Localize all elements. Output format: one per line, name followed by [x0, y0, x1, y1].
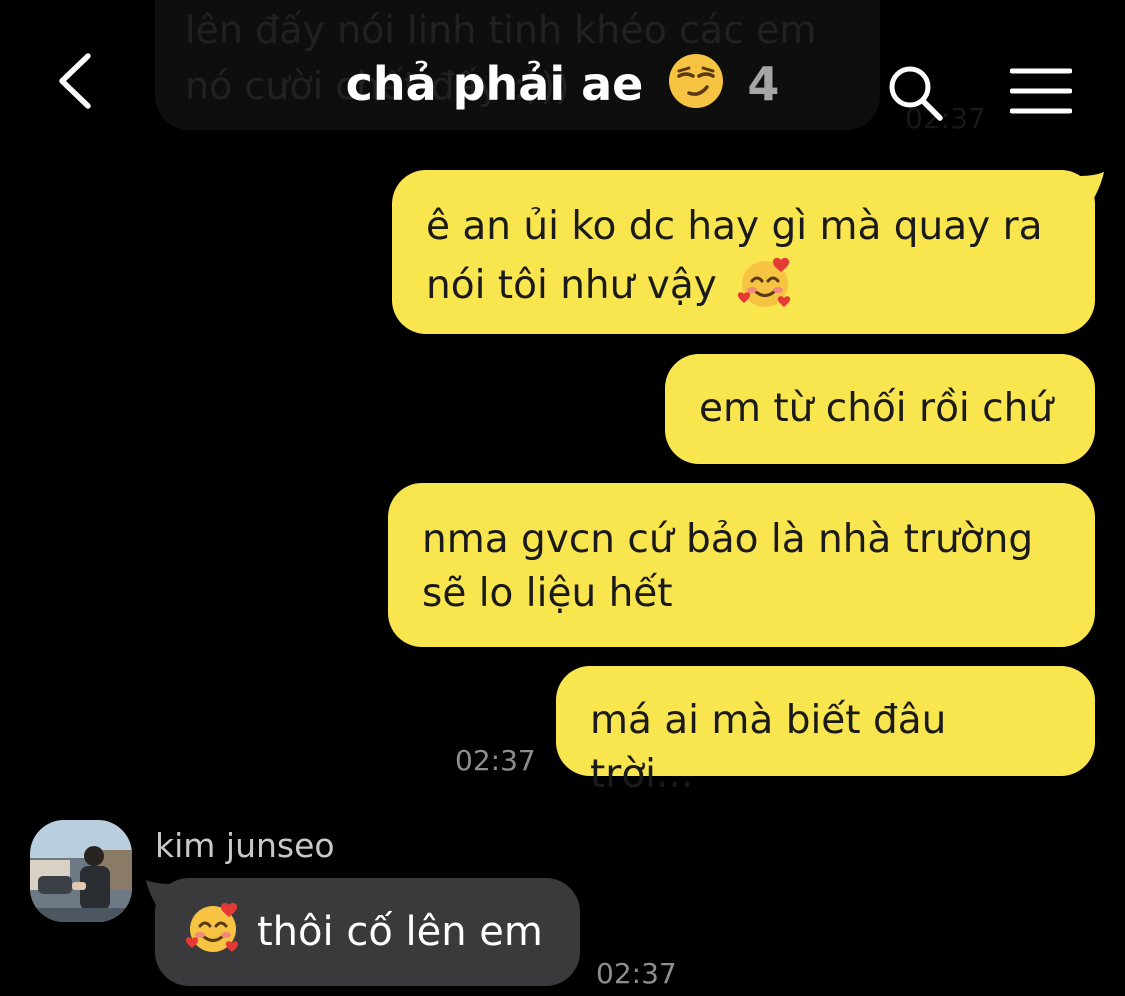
bubble-tail — [1080, 172, 1104, 208]
avatar[interactable] — [30, 820, 132, 922]
search-icon — [889, 66, 943, 121]
chat-header: chả phải ae 4 — [0, 0, 1125, 150]
incoming-message-time: 02:37 — [596, 957, 677, 990]
outgoing-message-4[interactable]: má ai mà biết đâu trời... — [556, 666, 1095, 797]
outgoing-message-3-text: nma gvcn cứ bảo là nhà trường sẽ lo liệu… — [422, 517, 1034, 616]
incoming-message-text: thôi cố lên em — [257, 909, 543, 955]
outgoing-message-time: 02:37 — [455, 744, 536, 777]
outgoing-message-3[interactable]: nma gvcn cứ bảo là nhà trường sẽ lo liệu… — [388, 483, 1095, 647]
smiling-face-with-hearts-icon — [737, 254, 793, 325]
outgoing-message-2-text: em từ chối rồi chứ — [699, 386, 1054, 431]
outgoing-message-4-text: má ai mà biết đâu trời... — [590, 698, 947, 797]
member-count: 4 — [747, 57, 780, 111]
chat-title-text: chả phải ae — [345, 57, 644, 111]
sender-name: kim junseo — [155, 826, 335, 865]
search-button[interactable] — [886, 62, 946, 124]
smiling-face-with-hearts-icon — [185, 899, 241, 965]
outgoing-message-2[interactable]: em từ chối rồi chứ — [665, 354, 1095, 464]
smirking-face-icon — [667, 52, 725, 124]
chat-view: lên đấy nói linh tinh khéo các em nó cườ… — [0, 0, 1125, 996]
menu-button[interactable] — [1009, 68, 1073, 114]
outgoing-message-1[interactable]: ê an ủi ko dc hay gì mà quay ra nói tôi … — [392, 170, 1095, 334]
chat-title[interactable]: chả phải ae 4 — [0, 52, 1125, 124]
outgoing-message-1-text: ê an ủi ko dc hay gì mà quay ra nói tôi … — [426, 204, 1043, 308]
incoming-message[interactable]: thôi cố lên em — [155, 878, 580, 986]
hamburger-menu-icon — [1009, 68, 1073, 114]
